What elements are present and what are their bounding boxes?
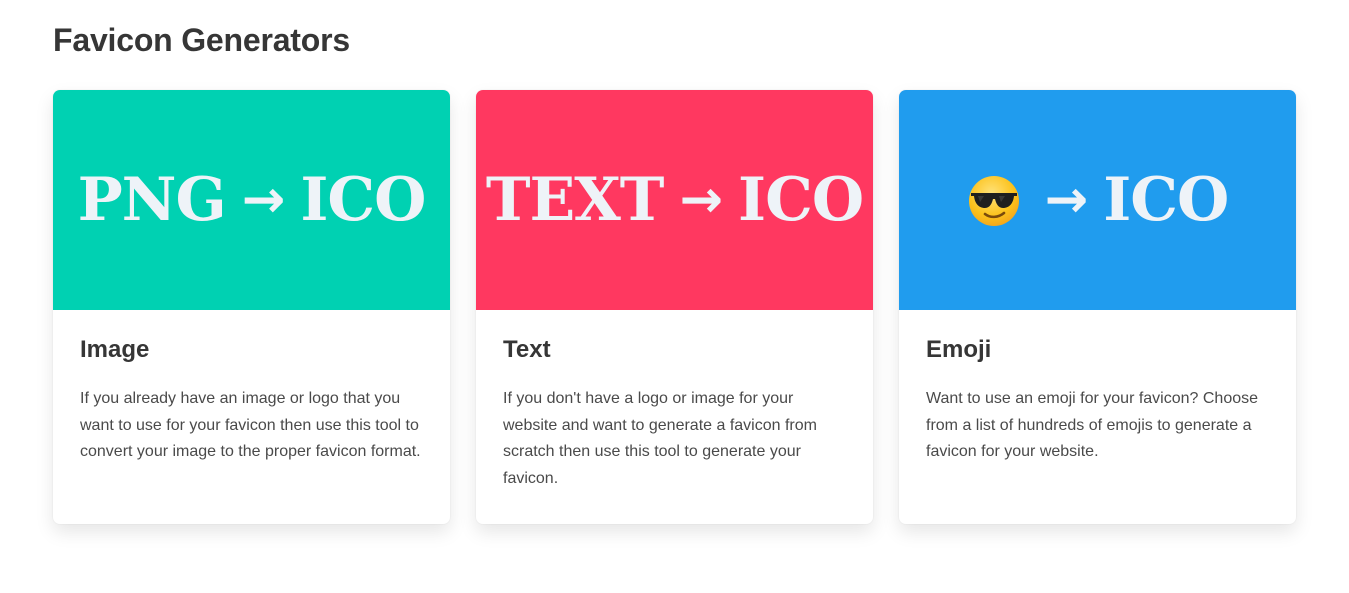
sunglasses-emoji-icon [967, 173, 1021, 227]
image-generator-card[interactable]: PNG → ICO Image If you already have an i… [53, 90, 450, 524]
banner-target-label: ICO [300, 165, 426, 235]
banner-target-label: ICO [1103, 165, 1229, 235]
text-generator-card[interactable]: TEXT → ICO Text If you don't have a logo… [476, 90, 873, 524]
arrow-right-icon: → [241, 170, 286, 230]
banner-heading: → ICO [967, 165, 1229, 235]
text-card-banner[interactable]: TEXT → ICO [476, 90, 873, 310]
card-body: Image If you already have an image or lo… [53, 310, 450, 466]
card-description: Want to use an emoji for your favicon? C… [926, 390, 1259, 460]
banner-source-label: PNG [77, 165, 227, 235]
image-card-banner[interactable]: PNG → ICO [53, 90, 450, 310]
emoji-card-banner[interactable]: → ICO [899, 90, 1296, 310]
card-title[interactable]: Text [503, 336, 846, 364]
card-description: If you already have an image or logo tha… [80, 390, 421, 460]
arrow-right-icon: → [679, 170, 723, 230]
banner-heading: TEXT → ICO [485, 165, 864, 235]
card-title[interactable]: Image [80, 336, 423, 364]
page-title: Favicon Generators [53, 22, 350, 58]
banner-heading: PNG → ICO [77, 165, 427, 235]
banner-target-label: ICO [738, 165, 864, 235]
emoji-generator-card[interactable]: → ICO Emoji Want to use an emoji for you… [899, 90, 1296, 524]
card-title[interactable]: Emoji [926, 336, 1269, 364]
card-body: Text If you don't have a logo or image f… [476, 310, 873, 492]
generator-cards: PNG → ICO Image If you already have an i… [53, 90, 1296, 524]
card-body: Emoji Want to use an emoji for your favi… [899, 310, 1296, 466]
card-description: If you don't have a logo or image for yo… [503, 390, 817, 487]
banner-source-label: TEXT [485, 165, 665, 235]
arrow-right-icon: → [1044, 170, 1089, 230]
